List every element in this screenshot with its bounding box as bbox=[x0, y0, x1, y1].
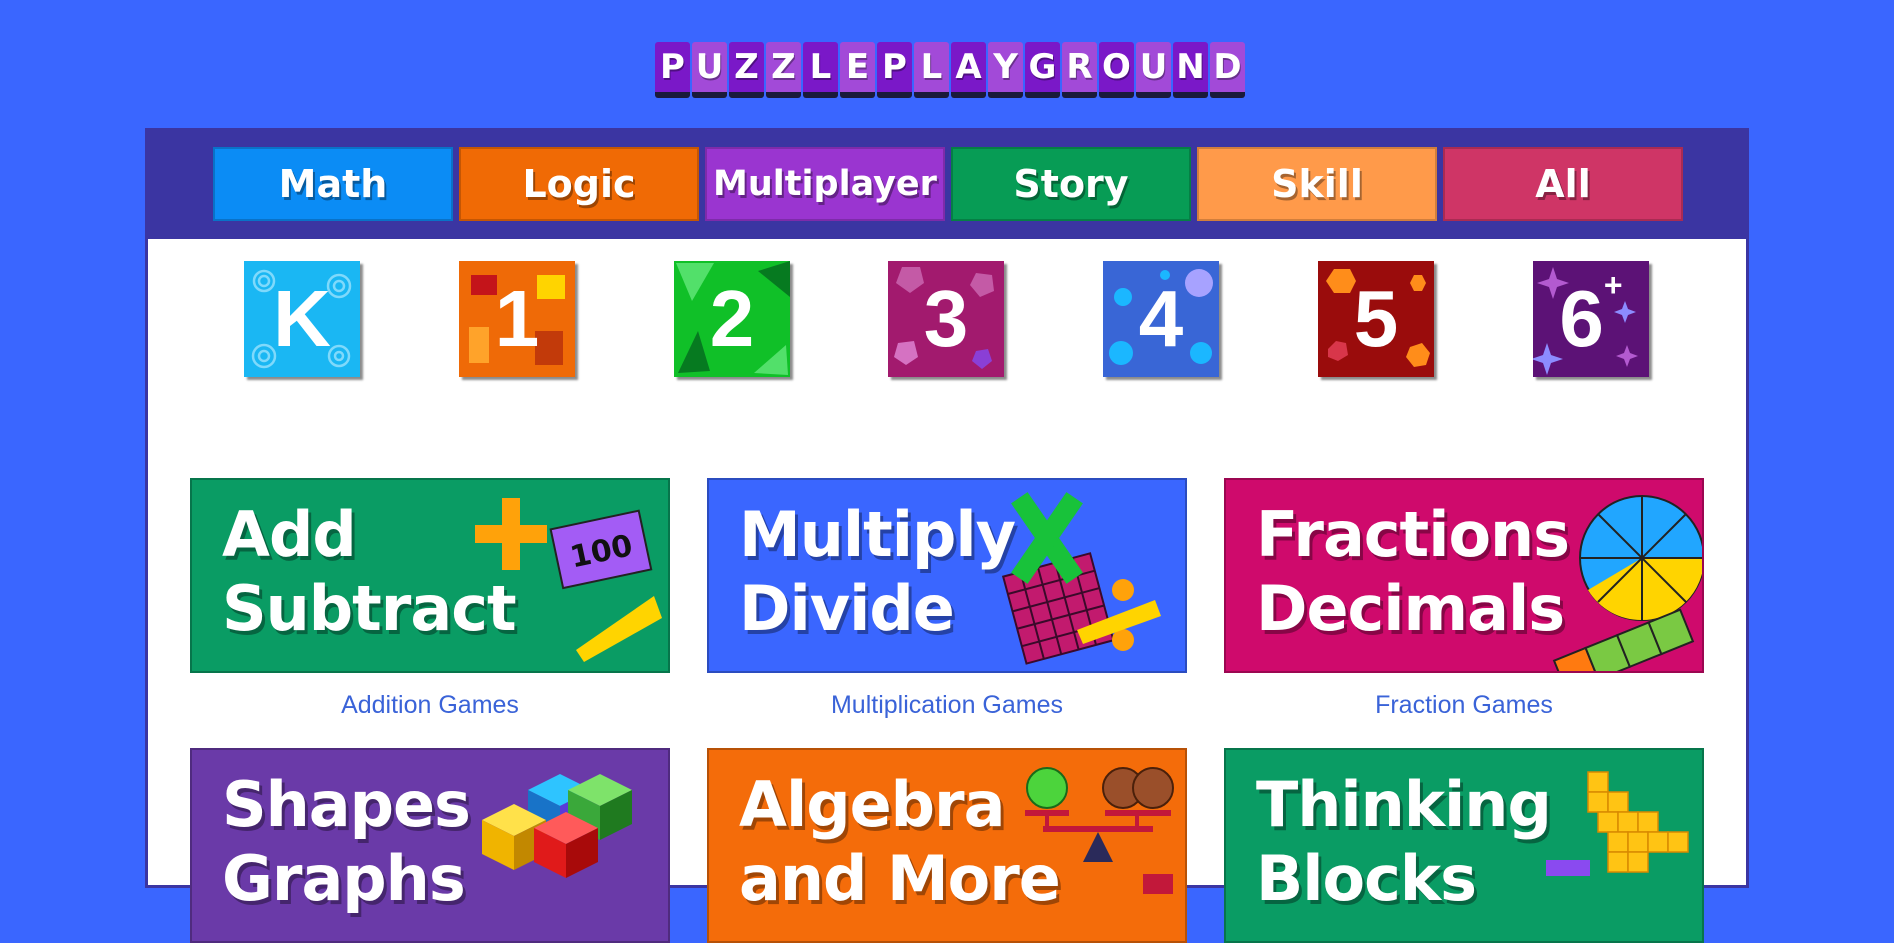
logo-letter: E bbox=[840, 42, 875, 98]
multiplication-games-link[interactable]: Multiplication Games bbox=[707, 691, 1187, 720]
blocks-staircase-icon bbox=[1546, 771, 1689, 876]
grade-label: 6+ bbox=[1559, 269, 1622, 359]
grade-label: 3 bbox=[923, 274, 969, 363]
grade-3-tile[interactable]: 3 bbox=[888, 261, 1004, 377]
logo-letter: N bbox=[1173, 42, 1208, 98]
fraction-games-link[interactable]: Fraction Games bbox=[1224, 691, 1704, 720]
card-fractions-decimals[interactable]: Fractions Decimals bbox=[1224, 478, 1704, 673]
tab-skill[interactable]: Skill bbox=[1197, 147, 1437, 221]
grade-number: 6 bbox=[1559, 274, 1604, 363]
logo-letter: U bbox=[692, 42, 727, 98]
grade-label: K bbox=[273, 274, 331, 363]
card-thinking-blocks[interactable]: Thinking Blocks bbox=[1224, 748, 1704, 943]
card-shapes-graphs[interactable]: Shapes Graphs bbox=[190, 748, 670, 943]
card-title: Fractions Decimals bbox=[1256, 498, 1570, 645]
card-multiply-divide[interactable]: Multiply Divide bbox=[707, 478, 1187, 673]
tab-math[interactable]: Math bbox=[213, 147, 453, 221]
logo-letter: Z bbox=[729, 42, 764, 98]
logo-letter: A bbox=[951, 42, 986, 98]
logo-letter: Y bbox=[988, 42, 1023, 98]
card-algebra-and-more[interactable]: Algebra and More bbox=[707, 748, 1187, 943]
times-divide-icon bbox=[1001, 492, 1161, 665]
cubes-icon bbox=[482, 774, 632, 878]
grade-4-tile[interactable]: 4 bbox=[1103, 261, 1219, 377]
grade-1-tile[interactable]: 1 bbox=[459, 261, 575, 377]
logo-letter: L bbox=[914, 42, 949, 98]
card-title: Shapes Graphs bbox=[222, 768, 471, 915]
grade-label: 2 bbox=[709, 274, 755, 363]
plus-minus-icon: 100 bbox=[475, 498, 662, 662]
logo-letter: R bbox=[1062, 42, 1097, 98]
fraction-bar-icon bbox=[1552, 608, 1695, 671]
tab-story[interactable]: Story bbox=[951, 147, 1191, 221]
addition-games-link[interactable]: Addition Games bbox=[190, 691, 670, 720]
balance-scale-icon bbox=[1025, 767, 1174, 894]
tab-multiplayer[interactable]: Multiplayer bbox=[705, 147, 945, 221]
logo-letter: Z bbox=[766, 42, 801, 98]
logo-letter: D bbox=[1210, 42, 1245, 98]
card-title: Multiply Divide bbox=[739, 498, 1016, 645]
grade-label: 5 bbox=[1353, 274, 1399, 363]
site-logo[interactable]: P U Z Z L E P L A Y G R O U N D bbox=[655, 42, 1245, 98]
logo-letter: O bbox=[1099, 42, 1134, 98]
grade-5-tile[interactable]: 5 bbox=[1318, 261, 1434, 377]
grade-label: 4 bbox=[1138, 274, 1184, 363]
grade-2-tile[interactable]: 2 bbox=[674, 261, 790, 377]
tab-logic[interactable]: Logic bbox=[459, 147, 699, 221]
card-add-subtract[interactable]: Add Subtract 100 bbox=[190, 478, 670, 673]
pie-chart-icon bbox=[1552, 495, 1702, 671]
logo-letter: P bbox=[655, 42, 690, 98]
grade-label: 1 bbox=[494, 274, 540, 363]
main-panel: Math Logic Multiplayer Story Skill All K… bbox=[145, 128, 1749, 943]
grade-plus-sign: + bbox=[1603, 267, 1623, 304]
grade-6-plus-tile[interactable]: 6+ bbox=[1533, 261, 1649, 377]
grade-k-tile[interactable]: K bbox=[244, 261, 360, 377]
tab-all[interactable]: All bbox=[1443, 147, 1683, 221]
logo-letter: P bbox=[877, 42, 912, 98]
logo-letter: L bbox=[803, 42, 838, 98]
category-nav: Math Logic Multiplayer Story Skill All bbox=[148, 131, 1746, 239]
card-title: Thinking Blocks bbox=[1256, 768, 1552, 915]
logo-letter: G bbox=[1025, 42, 1060, 98]
logo-letter: U bbox=[1136, 42, 1171, 98]
